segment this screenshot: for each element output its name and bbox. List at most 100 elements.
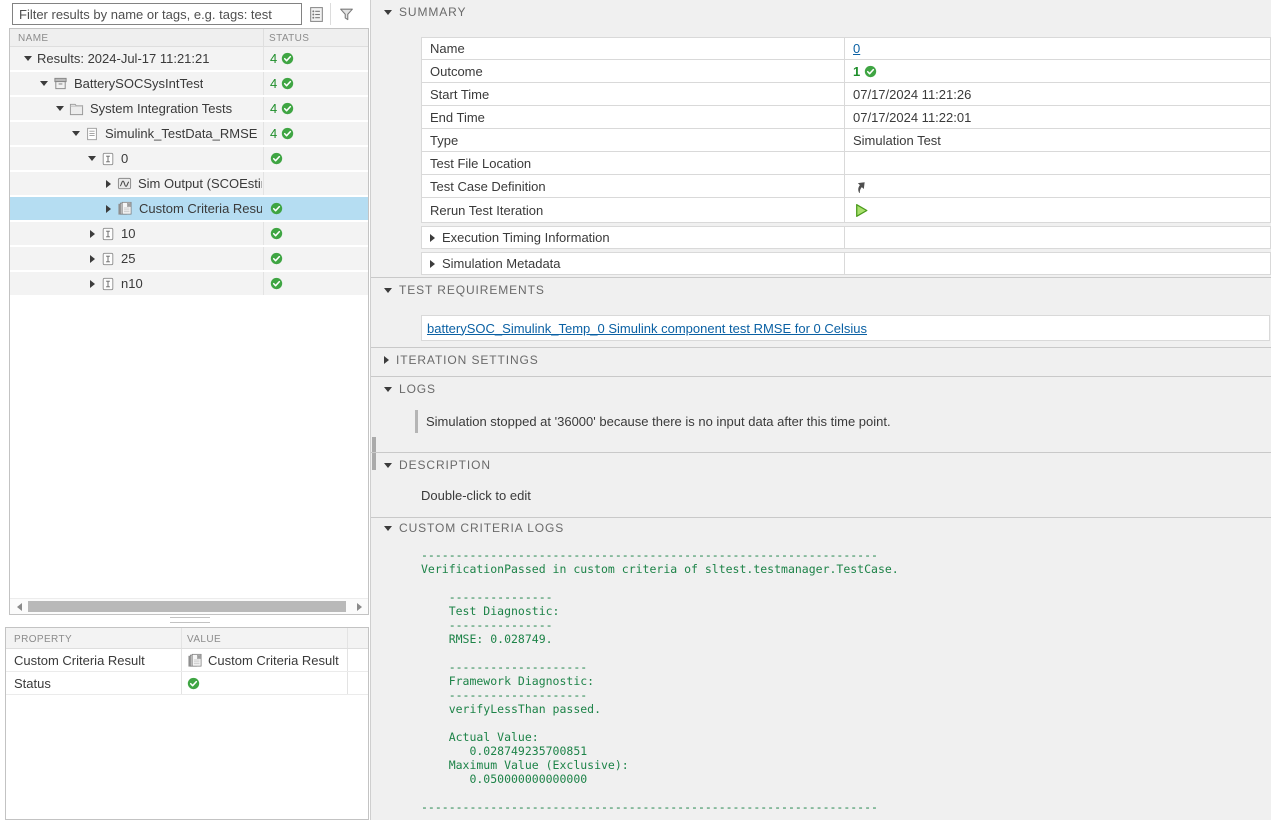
section-header-test-requirements[interactable]: TEST REQUIREMENTS <box>384 283 545 297</box>
caret-right-icon <box>430 260 435 268</box>
column-divider <box>263 29 264 46</box>
column-header-name: NAME <box>18 33 49 44</box>
section-divider <box>371 517 1271 518</box>
criteria-icon <box>117 201 133 216</box>
tree-row-iteration-10[interactable]: 10 <box>10 222 368 247</box>
status-cell <box>263 197 368 220</box>
summary-value: 07/17/2024 11:22:01 <box>845 106 1270 128</box>
name-link[interactable]: 0 <box>853 41 860 56</box>
pass-count: 4 <box>270 101 277 116</box>
tree-row-testcase[interactable]: Simulink_TestData_RMSE 4 <box>10 122 368 147</box>
caret-down-icon <box>384 526 392 531</box>
tree-row-iteration-n10[interactable]: n10 <box>10 272 368 297</box>
criteria-icon <box>187 653 203 668</box>
caret-down-icon[interactable] <box>71 129 81 139</box>
section-header-summary[interactable]: SUMMARY <box>384 5 466 19</box>
caret-down-icon <box>384 387 392 392</box>
tree-row-custom-criteria[interactable]: Custom Criteria Result <box>10 197 368 222</box>
property-value <box>181 677 347 690</box>
summary-label: Test Case Definition <box>422 175 845 197</box>
tree-row-testsuite[interactable]: System Integration Tests 4 <box>10 97 368 122</box>
property-row[interactable]: Custom Criteria Result Custom Criteria R… <box>6 649 368 672</box>
pass-check-icon <box>281 102 294 115</box>
tree-row-iteration-0[interactable]: 0 <box>10 147 368 172</box>
scroll-right-icon[interactable] <box>354 602 364 612</box>
section-divider <box>371 277 1271 278</box>
tree-label: Sim Output (SCOEstima <box>138 176 262 191</box>
caret-right-icon[interactable] <box>87 254 97 264</box>
summary-label: Start Time <box>422 83 845 105</box>
status-cell <box>263 222 368 245</box>
tree-row-sim-output[interactable]: Sim Output (SCOEstima <box>10 172 368 197</box>
section-header-iteration-settings[interactable]: ITERATION SETTINGS <box>384 353 539 367</box>
section-header-description[interactable]: DESCRIPTION <box>384 458 491 472</box>
tree-label: 10 <box>121 226 135 241</box>
pass-check-icon <box>270 227 283 240</box>
section-divider <box>371 347 1271 348</box>
status-cell: 4 <box>263 122 368 145</box>
vertical-scrollbar-thumb[interactable] <box>372 437 376 470</box>
caret-down-icon[interactable] <box>55 104 65 114</box>
requirement-link[interactable]: batterySOC_Simulink_Temp_0 Simulink comp… <box>427 321 867 336</box>
summary-row-execution-timing[interactable]: Execution Timing Information <box>421 226 1271 249</box>
property-row[interactable]: Status <box>6 672 368 695</box>
pass-check-icon <box>270 152 283 165</box>
caret-right-icon <box>384 356 389 364</box>
tree-row-testfile[interactable]: BatterySOCSysIntTest 4 <box>10 72 368 97</box>
caret-right-icon[interactable] <box>103 204 113 214</box>
tree-label: BatterySOCSysIntTest <box>74 76 203 91</box>
summary-label: Type <box>422 129 845 151</box>
summary-label: Rerun Test Iteration <box>422 198 845 222</box>
description-editor[interactable]: Double-click to edit <box>421 488 531 503</box>
play-icon[interactable] <box>853 202 870 219</box>
summary-label: End Time <box>422 106 845 128</box>
summary-value <box>845 152 1270 174</box>
tree-row-results[interactable]: Results: 2024-Jul-17 11:21:21 4 <box>10 47 368 72</box>
pass-check-icon <box>281 52 294 65</box>
scrollbar-thumb[interactable] <box>28 601 346 612</box>
status-cell <box>263 247 368 270</box>
filter-button[interactable] <box>335 4 357 25</box>
quote-bar <box>415 410 418 433</box>
tree-label: 0 <box>121 151 128 166</box>
caret-right-icon[interactable] <box>87 229 97 239</box>
column-header-status: STATUS <box>269 33 309 44</box>
pass-check-icon <box>281 77 294 90</box>
panel-splitter[interactable] <box>170 617 210 623</box>
section-header-logs[interactable]: LOGS <box>384 382 436 396</box>
caret-down-icon[interactable] <box>23 54 33 64</box>
horizontal-scrollbar[interactable] <box>10 598 368 614</box>
caret-down-icon[interactable] <box>39 79 49 89</box>
summary-row-simulation-metadata[interactable]: Simulation Metadata <box>421 252 1271 275</box>
sim-output-icon <box>117 176 132 191</box>
pass-check-icon <box>187 677 200 690</box>
pass-check-icon <box>864 65 877 78</box>
column-header-value: VALUE <box>187 634 221 645</box>
scroll-left-icon[interactable] <box>14 602 24 612</box>
caret-right-icon[interactable] <box>103 179 113 189</box>
test-manager-window: NAME STATUS Results: 2024-Jul-17 11:21:2… <box>0 0 1271 820</box>
test-file-icon <box>53 76 68 91</box>
section-header-custom-criteria-logs[interactable]: CUSTOM CRITERIA LOGS <box>384 521 564 535</box>
pass-count: 4 <box>270 76 277 91</box>
summary-label: Name <box>422 38 845 59</box>
caret-down-icon <box>384 463 392 468</box>
tree-row-iteration-25[interactable]: 25 <box>10 247 368 272</box>
status-cell <box>263 172 368 195</box>
goto-arrow-icon[interactable] <box>853 179 867 193</box>
caret-right-icon <box>430 234 435 242</box>
log-message: Simulation stopped at '36000' because th… <box>415 410 891 433</box>
caret-right-icon[interactable] <box>87 279 97 289</box>
tree-label: Simulink_TestData_RMSE <box>105 126 257 141</box>
report-button[interactable] <box>305 4 327 25</box>
summary-label: Test File Location <box>422 152 845 174</box>
summary-label: Execution Timing Information <box>442 230 610 245</box>
filter-funnel-icon <box>338 6 355 23</box>
requirement-item: batterySOC_Simulink_Temp_0 Simulink comp… <box>421 315 1270 341</box>
outcome-count: 1 <box>853 64 860 79</box>
tree-label: Results: 2024-Jul-17 11:21:21 <box>37 51 209 66</box>
pass-check-icon <box>281 127 294 140</box>
search-input[interactable] <box>12 3 302 25</box>
caret-down-icon[interactable] <box>87 154 97 164</box>
summary-row-outcome: Outcome 1 <box>421 60 1271 83</box>
